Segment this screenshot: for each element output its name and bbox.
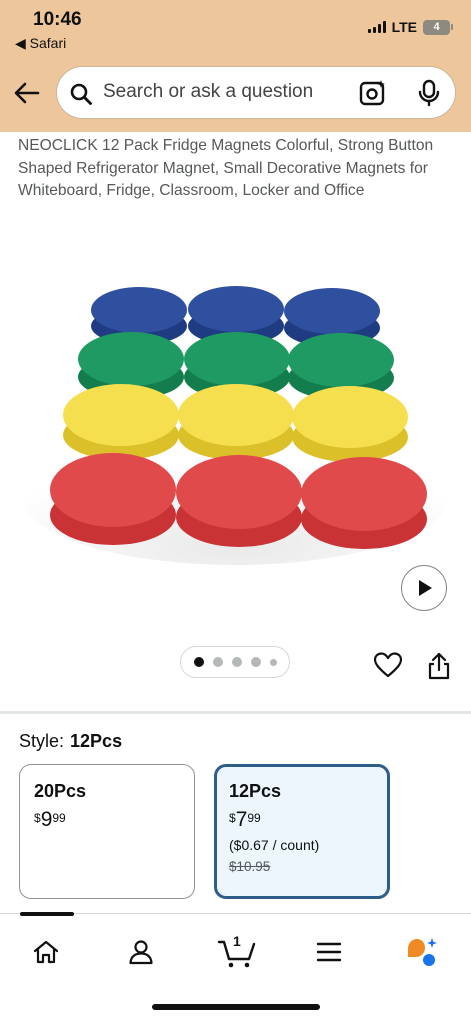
nav-home[interactable]: [26, 932, 66, 972]
nav-menu[interactable]: [309, 932, 349, 972]
carousel-dot[interactable]: [212, 657, 223, 667]
option-price: $ 7 99: [229, 808, 261, 831]
carousel-dot[interactable]: [250, 657, 261, 667]
option-name: 12Pcs: [229, 781, 282, 801]
style-option-20pcs[interactable]: 20Pcs $ 9 99: [19, 764, 195, 899]
selected-style-value: 12Pcs: [70, 731, 123, 751]
heart-icon[interactable]: [374, 652, 402, 678]
camera-lens-icon[interactable]: [359, 79, 387, 107]
battery-level: 4: [423, 19, 450, 35]
magnet-red-3: [301, 457, 427, 549]
nav-rufus[interactable]: [402, 932, 442, 972]
back-to-safari-link[interactable]: ◀ Safari: [15, 35, 66, 52]
account-icon: [129, 940, 153, 965]
product-image[interactable]: [0, 240, 471, 640]
network-label: LTE: [391, 19, 417, 35]
magnet-yellow-3: [292, 386, 408, 462]
home-icon: [33, 940, 59, 964]
cart-count: 1: [233, 933, 241, 949]
carousel-dot[interactable]: [231, 657, 242, 667]
section-divider: [0, 711, 471, 714]
battery-icon: 4: [423, 19, 453, 35]
microphone-icon[interactable]: [417, 79, 441, 107]
unit-price: ($0.67 / count): [229, 837, 320, 853]
signal-icon: [367, 21, 386, 33]
search-icon: [70, 83, 92, 105]
magnet-yellow-1: [63, 384, 179, 460]
bottom-nav: 1: [0, 912, 471, 1020]
share-icon[interactable]: [427, 652, 451, 680]
magnet-red-2: [176, 455, 302, 547]
magnet-red-1: [50, 453, 176, 545]
active-tab-indicator: [20, 912, 74, 916]
magnet-yellow-2: [178, 384, 294, 460]
status-time: 10:46: [33, 9, 82, 30]
image-carousel-indicator[interactable]: [180, 646, 290, 678]
rufus-assistant-icon: [408, 938, 437, 966]
back-arrow-icon[interactable]: [12, 78, 42, 108]
list-price: $10.95: [229, 859, 271, 874]
header: 10:46 ◀ Safari LTE 4: [0, 0, 471, 132]
style-label: Style: 12Pcs: [19, 731, 123, 751]
home-indicator-bar: [152, 1004, 320, 1010]
option-name: 20Pcs: [34, 781, 87, 801]
search-input[interactable]: [103, 81, 343, 103]
menu-icon: [316, 942, 342, 962]
product-title[interactable]: NEOCLICK 12 Pack Fridge Magnets Colorful…: [18, 135, 458, 203]
style-option-12pcs[interactable]: 12Pcs $ 7 99 ($0.67 / count) $10.95: [214, 764, 390, 899]
nav-account[interactable]: [121, 932, 161, 972]
nav-cart[interactable]: 1: [214, 932, 260, 972]
option-price: $ 9 99: [34, 808, 66, 831]
search-bar[interactable]: [56, 66, 456, 119]
carousel-dot[interactable]: [269, 658, 277, 666]
carousel-dot[interactable]: [193, 657, 204, 667]
play-icon: [419, 580, 432, 596]
play-video-button[interactable]: [401, 565, 447, 611]
status-indicators: LTE 4: [367, 19, 453, 35]
